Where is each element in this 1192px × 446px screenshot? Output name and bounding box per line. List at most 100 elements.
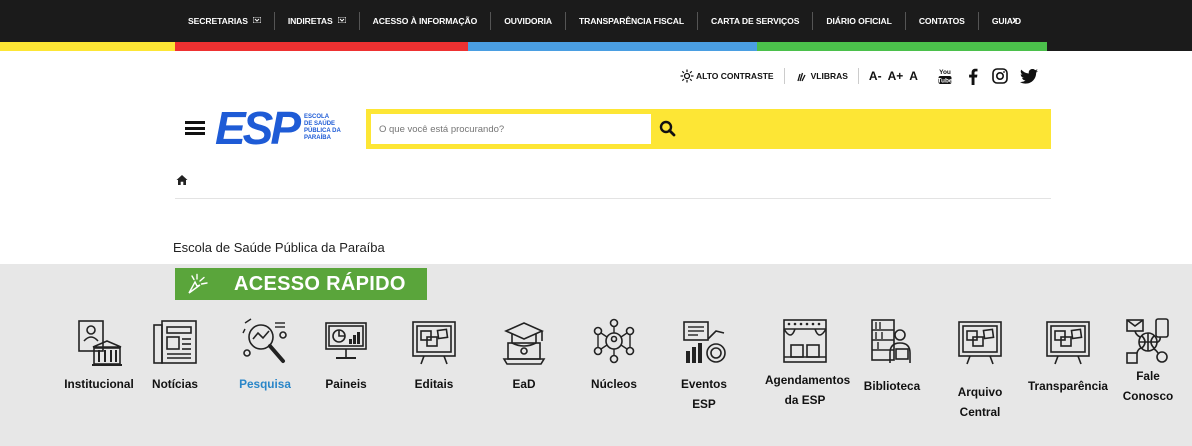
- chevron-right-icon[interactable]: ›: [1012, 13, 1016, 27]
- quick-access-label-line: Editais: [414, 377, 454, 391]
- vlibras-button[interactable]: VLIBRAS: [795, 70, 848, 82]
- quick-access-item[interactable]: Eventos ESP: [664, 316, 744, 414]
- top-navigation-bar: SECRETARIAS INDIRETAS ACESSO À INFORMAÇÃO O…: [0, 0, 1192, 42]
- nav-item-label: GUIA D: [991, 16, 1021, 26]
- quick-access-label-line: Paineis: [325, 377, 367, 391]
- vlibras-label: VLIBRAS: [810, 71, 848, 81]
- font-increase-button[interactable]: A+: [888, 69, 904, 83]
- quick-access-label: EaD: [484, 374, 564, 394]
- font-reset-button[interactable]: A: [909, 69, 918, 83]
- color-stripe-segment: [757, 42, 1047, 51]
- quick-access-item[interactable]: Núcleos: [574, 316, 654, 394]
- chevron-down-icon: [252, 15, 262, 25]
- library-icon: [868, 316, 916, 368]
- quick-access-label: Biblioteca: [852, 376, 932, 396]
- network-icon: [590, 316, 638, 368]
- font-decrease-button[interactable]: A-: [869, 69, 882, 83]
- svg-text:Tube: Tube: [938, 78, 952, 85]
- quick-access-item[interactable]: EaD: [484, 316, 564, 394]
- quick-access-item[interactable]: Paineis: [306, 316, 386, 394]
- divider: [175, 198, 1051, 199]
- archive-icon: [956, 316, 1004, 368]
- quick-access-item[interactable]: Transparência: [1028, 316, 1108, 396]
- instagram-icon[interactable]: [992, 68, 1008, 84]
- nav-item-label: TRANSPARÊNCIA FISCAL: [579, 16, 684, 26]
- page-title: Escola de Saúde Pública da Paraíba: [173, 240, 385, 255]
- nav-item[interactable]: ACESSO À INFORMAÇÃO: [360, 12, 492, 30]
- quick-access-title: ACESSO RÁPIDO: [234, 272, 406, 295]
- quick-access-banner: ACESSO RÁPIDO: [175, 268, 427, 300]
- logo-subtitle: ESCOLA DE SAÚDE PÚBLICA DA PARAÍBA: [304, 114, 364, 142]
- quick-access-label: Fale Conosco: [1108, 366, 1188, 406]
- nav-item[interactable]: TRANSPARÊNCIA FISCAL: [566, 12, 698, 30]
- nav-item-label: INDIRETAS: [287, 16, 333, 26]
- search-input[interactable]: [371, 114, 651, 144]
- quick-access-item[interactable]: Fale Conosco: [1108, 316, 1188, 406]
- nav-item-label: CARTA DE SERVIÇOS: [710, 16, 800, 26]
- svg-text:You: You: [939, 69, 951, 76]
- high-contrast-label: ALTO CONTRASTE: [696, 71, 774, 81]
- quick-access-label-line: Eventos: [681, 377, 727, 391]
- quick-access-item[interactable]: Pesquisa: [225, 316, 305, 394]
- top-nav-list: SECRETARIAS INDIRETAS ACESSO À INFORMAÇÃO O…: [175, 0, 1185, 42]
- quick-access-label-line: EaD: [512, 377, 536, 391]
- search-icon[interactable]: [658, 119, 678, 139]
- quick-access-label-line: Central: [959, 405, 1001, 419]
- quick-access-item[interactable]: Notícias: [135, 316, 215, 394]
- quick-access-label: Editais: [394, 374, 474, 394]
- elearning-icon: [500, 316, 548, 368]
- nav-item-label: CONTATOS: [918, 16, 965, 26]
- quick-access-label-line: Núcleos: [591, 377, 637, 391]
- site-logo[interactable]: ESP ESCOLA DE SAÚDE PÚBLICA DA PARAÍBA: [185, 105, 364, 151]
- quick-access-label: Pesquisa: [225, 374, 305, 394]
- newspaper-icon: [151, 316, 199, 368]
- nav-item[interactable]: DIÁRIO OFICIAL: [813, 12, 906, 30]
- quick-access-label: Eventos ESP: [664, 374, 744, 414]
- quick-access-item[interactable]: Biblioteca: [852, 316, 932, 396]
- color-stripe-segment: [175, 42, 468, 51]
- nav-item[interactable]: INDIRETAS: [275, 12, 360, 30]
- events-icon: [680, 316, 728, 368]
- nav-item[interactable]: CONTATOS: [906, 12, 979, 30]
- quick-access-label: Núcleos: [574, 374, 654, 394]
- quick-access-label: Institucional: [59, 374, 139, 394]
- facebook-icon[interactable]: [968, 68, 978, 85]
- quick-access-item[interactable]: Editais: [394, 316, 474, 394]
- quick-access-label: Agendamentos da ESP: [765, 370, 850, 410]
- nav-item[interactable]: OUVIDORIA: [491, 12, 567, 30]
- hand-sign-icon: [796, 72, 806, 82]
- quick-access-label: Notícias: [135, 374, 215, 394]
- youtube-icon[interactable]: You Tube: [938, 67, 952, 85]
- stage-icon: [781, 316, 829, 368]
- color-stripe-segment: [468, 42, 757, 51]
- separator: [783, 68, 785, 84]
- hamburger-menu-icon[interactable]: [185, 121, 205, 135]
- accessibility-bar: ALTO CONTRASTE VLIBRAS A- A+ A You Tube: [680, 65, 1038, 87]
- color-stripe-segment: [0, 42, 175, 51]
- nav-item[interactable]: SECRETARIAS: [175, 12, 275, 30]
- quick-access-label-line: Institucional: [64, 377, 134, 391]
- sun-icon: [680, 69, 694, 83]
- home-icon[interactable]: [176, 174, 188, 186]
- quick-access-item[interactable]: Agendamentos da ESP: [765, 316, 850, 410]
- quick-access-label-line: Conosco: [1122, 389, 1174, 403]
- quick-access-label-line: Pesquisa: [239, 377, 291, 391]
- nav-item[interactable]: GUIA D: [979, 12, 1034, 30]
- quick-access-label-line: Fale: [1136, 369, 1160, 383]
- nav-item-label: OUVIDORIA: [504, 16, 553, 26]
- nav-item-label: SECRETARIAS: [188, 16, 248, 26]
- high-contrast-button[interactable]: ALTO CONTRASTE: [680, 69, 774, 83]
- quick-access-item[interactable]: Arquivo Central: [940, 316, 1020, 422]
- logo-subtitle-line: DE SAÚDE: [304, 121, 336, 127]
- quick-access-item[interactable]: Institucional: [59, 316, 139, 394]
- search-bar: [366, 109, 1051, 149]
- nav-item-label: DIÁRIO OFICIAL: [826, 16, 892, 26]
- quick-access-label-line: Notícias: [152, 377, 198, 391]
- color-stripe-segment: [1047, 42, 1192, 51]
- quick-access-label-line: da ESP: [784, 393, 826, 407]
- transparency-icon: [1044, 316, 1092, 368]
- nav-item[interactable]: CARTA DE SERVIÇOS: [698, 12, 814, 30]
- chevron-down-icon: [337, 15, 347, 25]
- twitter-icon[interactable]: [1019, 68, 1038, 84]
- quick-access-label-line: Biblioteca: [863, 379, 921, 393]
